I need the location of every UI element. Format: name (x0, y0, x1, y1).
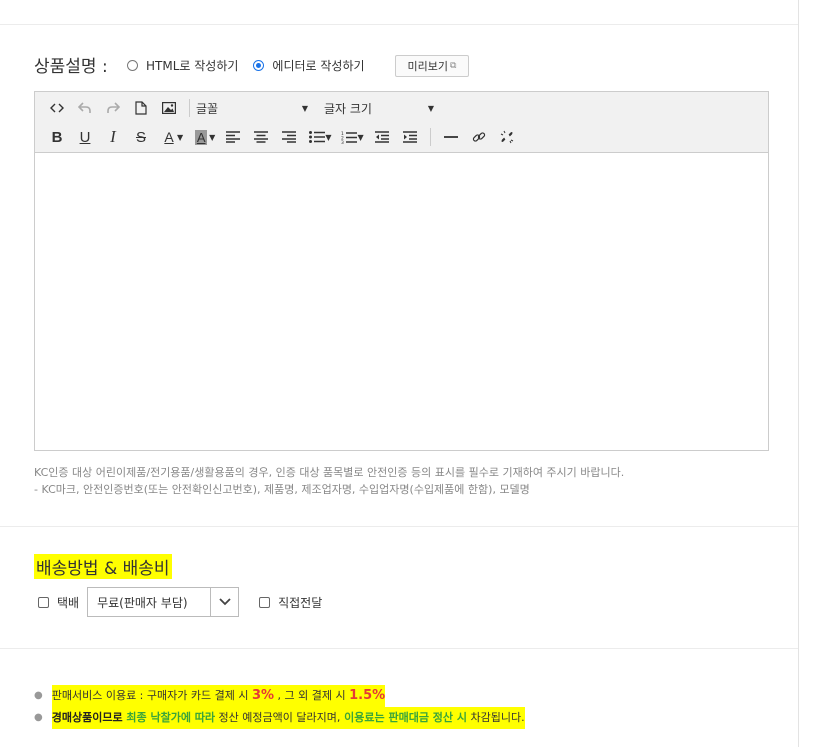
bullet-icon: ● (34, 712, 43, 723)
notice-line-2: - KC마크, 안전인증번호(또는 안전확인신고번호), 제품명, 제조업자명,… (34, 483, 530, 496)
toolbar-row-2: B U I S A ▼ A ▼ ▼ 1 2 3 ▼ (43, 125, 521, 149)
shipping-fee-select[interactable]: 무료(판매자 부담) (87, 587, 240, 617)
editor-mode-label[interactable]: 에디터로 작성하기 (272, 57, 364, 74)
align-left-icon[interactable] (219, 125, 247, 149)
undo-icon[interactable] (71, 96, 99, 120)
popup-icon: ⧉ (450, 61, 457, 71)
editor-mode-radio[interactable] (253, 60, 265, 71)
toolbar-separator (189, 99, 190, 117)
shipping-fee-value: 무료(판매자 부담) (97, 595, 188, 610)
divider (0, 24, 798, 25)
shipping-section-title: 배송방법 & 배송비 (34, 554, 172, 579)
fee-note-2-part-5: 차감됩니다. (466, 711, 525, 724)
font-size-value: 글자 크기 (324, 101, 372, 116)
divider (0, 526, 798, 527)
italic-icon[interactable]: I (99, 125, 127, 149)
caret-down-icon: ▼ (427, 103, 434, 113)
svg-text:3: 3 (341, 140, 344, 144)
outdent-icon[interactable] (368, 125, 396, 149)
indent-icon[interactable] (396, 125, 424, 149)
unlink-icon[interactable] (493, 125, 521, 149)
description-mode-group: HTML로 작성하기 에디터로 작성하기 (127, 57, 380, 74)
direct-delivery-checkbox[interactable] (259, 596, 271, 608)
font-family-value: 글꼴 (196, 101, 219, 116)
code-view-icon[interactable] (43, 96, 71, 120)
fee-note-item: ● 판매서비스 이용료 : 구매자가 카드 결제 시 3% , 그 외 결제 시… (34, 685, 525, 707)
image-icon[interactable] (155, 96, 183, 120)
fee-note-1: 판매서비스 이용료 : 구매자가 카드 결제 시 3% , 그 외 결제 시 1… (51, 685, 386, 707)
underline-icon[interactable]: U (71, 125, 99, 149)
fee-note-2-part-3: 정산 예정금액이 달라지며, (215, 711, 341, 724)
preview-button-label: 미리보기 (407, 60, 449, 73)
html-mode-radio[interactable] (127, 60, 138, 71)
product-form-panel: 상품설명 : HTML로 작성하기 에디터로 작성하기 미리보기 ⧉ 글꼴 ▼ … (0, 0, 799, 747)
courier-label[interactable]: 택배 (57, 594, 79, 611)
strikethrough-icon[interactable]: S (127, 125, 155, 149)
direct-delivery-label[interactable]: 직접전달 (278, 594, 322, 611)
redo-icon[interactable] (99, 96, 127, 120)
horizontal-rule-icon[interactable] (437, 125, 465, 149)
font-family-select[interactable]: 글꼴 ▼ (196, 96, 308, 120)
caret-down-icon[interactable]: ▼ (325, 133, 331, 142)
fee-note-1-mid: , 그 외 결제 시 (274, 689, 350, 702)
align-center-icon[interactable] (247, 125, 275, 149)
fee-note-2-part-4: 이용료는 판매대금 정산 시 (340, 711, 467, 724)
align-right-icon[interactable] (275, 125, 303, 149)
notice-line-1: KC인증 대상 어린이제품/전기용품/생활용품의 경우, 인증 대상 품목별로 … (34, 466, 625, 479)
rich-text-editor: 글꼴 ▼ 글자 크기 ▼ B U I S A ▼ A ▼ ▼ 1 2 3 ▼ (34, 91, 769, 451)
fee-notes: ● 판매서비스 이용료 : 구매자가 카드 결제 시 3% , 그 외 결제 시… (34, 685, 525, 729)
caret-down-icon: ▼ (301, 103, 308, 113)
kc-certification-notice: KC인증 대상 어린이제품/전기용품/생활용품의 경우, 인증 대상 품목별로 … (34, 464, 624, 498)
bullet-icon: ● (34, 690, 43, 701)
shipping-options: 택배 무료(판매자 부담) 직접전달 (38, 587, 322, 617)
caret-down-icon[interactable]: ▼ (177, 133, 183, 142)
preview-button[interactable]: 미리보기 ⧉ (395, 55, 469, 77)
fee-note-2-part-1: 경매상품이므로 (51, 711, 123, 724)
caret-down-icon[interactable]: ▼ (209, 133, 215, 142)
editor-toolbar: 글꼴 ▼ 글자 크기 ▼ B U I S A ▼ A ▼ ▼ 1 2 3 ▼ (35, 92, 768, 153)
font-size-select[interactable]: 글자 크기 ▼ (324, 96, 434, 120)
card-fee-rate: 3% (251, 688, 275, 703)
courier-checkbox[interactable] (38, 596, 49, 608)
fee-note-item: ● 경매상품이므로 최종 낙찰가에 따라 정산 예정금액이 달라지며, 이용료는… (34, 707, 525, 729)
new-document-icon[interactable] (127, 96, 155, 120)
link-icon[interactable] (465, 125, 493, 149)
toolbar-separator (429, 128, 431, 146)
toolbar-row-1: 글꼴 ▼ 글자 크기 ▼ (43, 96, 434, 120)
bold-icon[interactable]: B (43, 125, 71, 149)
fee-note-1-prefix: 판매서비스 이용료 : 구매자가 카드 결제 시 (51, 689, 252, 702)
editor-content-area[interactable] (35, 153, 768, 450)
chevron-down-icon (210, 588, 238, 616)
caret-down-icon[interactable]: ▼ (357, 133, 363, 142)
fee-note-2-part-2: 최종 낙찰가에 따라 (122, 711, 216, 724)
fee-note-2: 경매상품이므로 최종 낙찰가에 따라 정산 예정금액이 달라지며, 이용료는 판… (51, 707, 525, 729)
divider (0, 648, 798, 649)
html-mode-label[interactable]: HTML로 작성하기 (146, 57, 238, 74)
other-fee-rate: 1.5% (349, 688, 386, 703)
description-title: 상품설명 : (34, 57, 108, 77)
